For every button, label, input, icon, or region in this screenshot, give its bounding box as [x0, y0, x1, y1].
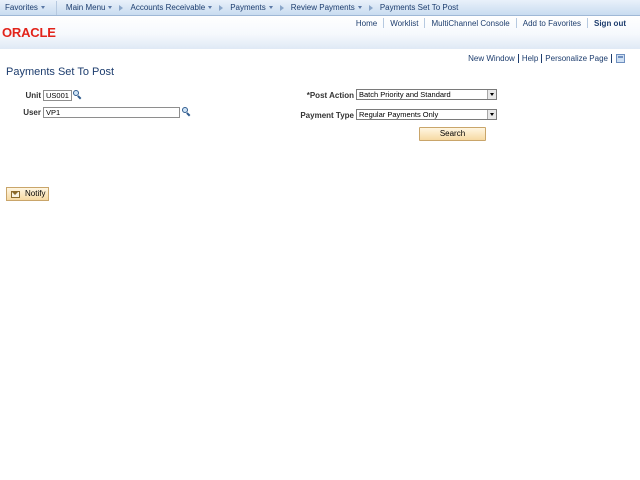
user-label: User [23, 108, 41, 117]
page-layout-icon[interactable] [616, 53, 625, 63]
breadcrumb-review-payments[interactable]: Review Payments [286, 0, 367, 16]
top-navigation-bar: Favorites Main Menu Accounts Receivable … [0, 0, 640, 16]
nav-divider [55, 0, 57, 15]
link-divider [517, 53, 519, 63]
search-button[interactable]: Search [419, 127, 486, 141]
page-title: Payments Set To Post [6, 66, 115, 78]
new-window-link[interactable]: New Window [468, 54, 515, 63]
notify-label: Notify [25, 189, 46, 198]
personalize-page-link[interactable]: Personalize Page [545, 54, 608, 63]
breadcrumb-label: Payments Set To Post [379, 3, 459, 12]
chevron-down-icon [268, 6, 273, 9]
post-action-label: *Post Action [306, 91, 354, 100]
breadcrumb-arrow-icon [368, 4, 373, 11]
favorites-menu[interactable]: Favorites [0, 0, 50, 16]
main-menu-label: Main Menu [65, 3, 106, 12]
link-divider [611, 53, 612, 63]
payment-type-value: Regular Payments Only [359, 110, 439, 119]
page-utility-links: New Window Help Personalize Page [468, 53, 625, 63]
breadcrumb-arrow-icon [219, 4, 224, 11]
payment-type-select[interactable]: Regular Payments Only [356, 109, 497, 120]
add-to-favorites-link[interactable]: Add to Favorites [517, 19, 587, 28]
breadcrumb-label: Payments [230, 3, 266, 12]
worklist-link[interactable]: Worklist [384, 19, 424, 28]
post-action-value: Batch Priority and Standard [359, 90, 451, 99]
breadcrumb-label: Accounts Receivable [130, 3, 206, 12]
post-action-select[interactable]: Batch Priority and Standard [356, 89, 497, 100]
breadcrumb-payments-set-to-post[interactable]: Payments Set To Post [375, 0, 464, 16]
chevron-down-icon [357, 6, 362, 9]
sign-out-link[interactable]: Sign out [588, 19, 632, 28]
user-lookup-search-icon[interactable] [182, 107, 191, 117]
magnifier-handle [186, 112, 191, 117]
breadcrumb-label: Review Payments [290, 3, 355, 12]
multichannel-console-link[interactable]: MultiChannel Console [425, 19, 515, 28]
link-divider [541, 53, 543, 63]
breadcrumb-accounts-receivable[interactable]: Accounts Receivable [125, 0, 217, 16]
payment-type-label: Payment Type [300, 111, 354, 120]
header-band: ORACLE Home Worklist MultiChannel Consol… [0, 16, 640, 49]
chevron-down-icon [108, 6, 113, 9]
unit-lookup-search-icon[interactable] [73, 90, 82, 100]
notify-button[interactable]: Notify [6, 187, 49, 201]
main-menu[interactable]: Main Menu [61, 0, 118, 16]
header-links: Home Worklist MultiChannel Console Add t… [350, 17, 632, 29]
user-input[interactable]: VP1 [43, 107, 180, 118]
chevron-down-icon [208, 6, 213, 9]
help-link[interactable]: Help [522, 54, 538, 63]
chevron-down-icon[interactable] [487, 90, 496, 99]
chevron-down-icon[interactable] [487, 110, 496, 119]
breadcrumb-arrow-icon [119, 4, 124, 11]
unit-label: Unit [25, 91, 41, 100]
envelope-icon [11, 190, 20, 198]
breadcrumb-arrow-icon [279, 4, 284, 11]
chevron-down-icon [40, 6, 45, 9]
breadcrumb-payments[interactable]: Payments [225, 0, 278, 16]
magnifier-handle [77, 95, 82, 100]
favorites-label: Favorites [5, 3, 38, 12]
oracle-logo: ORACLE [2, 25, 56, 40]
home-link[interactable]: Home [350, 19, 383, 28]
unit-input[interactable]: US001 [43, 90, 72, 101]
